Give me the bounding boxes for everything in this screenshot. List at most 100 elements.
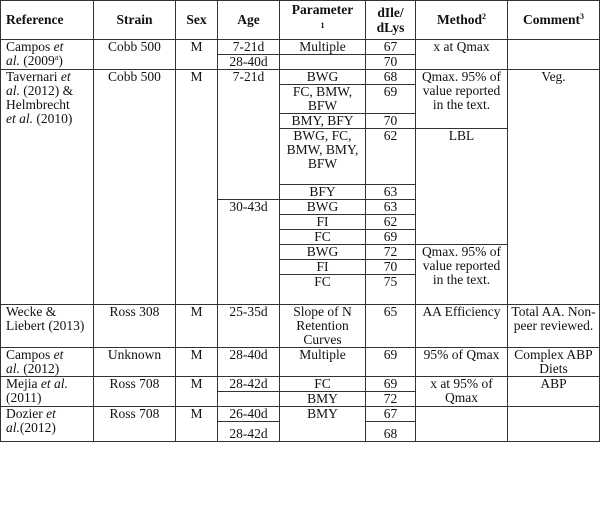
ratio-cell: 70 <box>365 54 416 70</box>
reference-cell: Wecke & Liebert (2013) <box>0 304 94 348</box>
ref-etal: al. <box>6 420 20 435</box>
strain-cell: Unknown <box>93 347 176 377</box>
strain-cell: Cobb 500 <box>93 69 176 305</box>
ratio-cell: 75 <box>365 274 416 305</box>
reference-cell: Dozier et al.(2012) <box>0 406 94 442</box>
ref-year: (2009 <box>19 53 55 68</box>
age-cell <box>217 391 280 407</box>
parameter-cell: FC <box>279 274 366 305</box>
parameter-cell <box>279 54 366 70</box>
parameter-cell: BMY <box>279 406 366 442</box>
header-dile-line1: dIle/ <box>377 5 404 20</box>
ref-author: Dozier <box>6 406 47 421</box>
sex-cell: M <box>175 69 218 305</box>
ratio-cell: 72 <box>365 391 416 407</box>
comment-cell <box>507 406 600 442</box>
ref-author: Mejia <box>6 376 41 391</box>
ratio-cell: 63 <box>365 199 416 215</box>
parameter-cell: Multiple <box>279 39 366 55</box>
header-age: Age <box>217 0 280 40</box>
ratio-cell: 69 <box>365 229 416 245</box>
strain-cell: Ross 708 <box>93 376 176 407</box>
header-comment-label: Comment <box>523 12 580 27</box>
ref-etal: et <box>60 69 71 84</box>
table-row: Mejia et al. (2011) Ross 708 M 28-42d FC… <box>0 376 600 407</box>
parameter-cell: BWG <box>279 69 366 85</box>
header-method: Method2 <box>415 0 508 40</box>
ref-etal: et al. <box>6 111 33 126</box>
parameter-cell: Multiple <box>279 347 366 377</box>
comment-cell: Complex ABP Diets <box>507 347 600 377</box>
header-row: Reference Strain Sex Age Parameter 1 dIl… <box>0 0 600 40</box>
header-parameter: Parameter 1 <box>279 0 366 40</box>
method-cell: Qmax. 95% of value reported in the text. <box>415 244 508 305</box>
method-cell: x at 95% of Qmax <box>415 376 508 407</box>
age-cell: 28-42d <box>217 376 280 392</box>
ref-year: (2012) <box>19 420 56 435</box>
method-cell <box>415 406 508 442</box>
header-comment: Comment3 <box>507 0 600 40</box>
ratio-cell: 62 <box>365 128 416 185</box>
ref-year-close: ) <box>58 53 63 68</box>
ref-etal: et <box>53 39 64 54</box>
table-row: Dozier et al.(2012) Ross 708 M 26-40d BM… <box>0 406 600 442</box>
parameter-cell: Slope of N Retention Curves <box>279 304 366 348</box>
header-comment-footnote: 3 <box>580 12 584 21</box>
ratio-cell: 69 <box>365 376 416 392</box>
ref-year: (2010) <box>33 111 73 126</box>
age-cell: 28-40d <box>217 54 280 70</box>
header-method-footnote: 2 <box>482 12 486 21</box>
header-dile-dlys: dIle/ dLys <box>365 0 416 40</box>
header-strain: Strain <box>93 0 176 40</box>
ratio-cell: 69 <box>365 84 416 114</box>
parameter-cell: FC, BMW, BFW <box>279 84 366 114</box>
table-row: Wecke & Liebert (2013) Ross 308 M 25-35d… <box>0 304 600 348</box>
ratio-cell: 65 <box>365 304 416 348</box>
sex-cell: M <box>175 304 218 348</box>
parameter-cell: BFY <box>279 184 366 200</box>
ratio-cell: 68 <box>365 421 416 442</box>
reference-cell: Mejia et al. (2011) <box>0 376 94 407</box>
reference-cell: Campos et al. (2009a) <box>0 39 94 70</box>
ref-year: (2012) & <box>19 83 74 98</box>
comment-cell: Total AA. Non-peer reviewed. <box>507 304 600 348</box>
ref-year: (2011) <box>6 390 42 405</box>
ratio-cell: 69 <box>365 347 416 377</box>
ref-year: (2012) <box>19 361 60 376</box>
parameter-cell: BMY, BFY <box>279 113 366 129</box>
ref-author: Helmbrecht <box>6 97 70 112</box>
sex-cell: M <box>175 347 218 377</box>
age-cell: 28-42d <box>217 421 280 442</box>
parameter-cell: FI <box>279 259 366 275</box>
ref-author: Campos <box>6 347 54 362</box>
ref-etal: et <box>53 347 64 362</box>
table-row: Campos et al. (2009a) Cobb 500 M 7-21d M… <box>0 39 600 70</box>
parameter-cell: FC <box>279 376 366 392</box>
header-sex: Sex <box>175 0 218 40</box>
age-cell: 7-21d <box>217 69 280 200</box>
header-parameter-label: Parameter <box>291 2 354 17</box>
method-cell: Qmax. 95% of value reported in the text. <box>415 69 508 129</box>
strain-cell: Ross 708 <box>93 406 176 442</box>
method-cell: x at Qmax <box>415 39 508 70</box>
header-parameter-footnote: 1 <box>320 21 325 30</box>
age-cell: 7-21d <box>217 39 280 55</box>
ratio-cell: 72 <box>365 244 416 260</box>
header-dile-line2: dLys <box>376 20 405 35</box>
method-cell: AA Efficiency <box>415 304 508 348</box>
age-cell: 30-43d <box>217 199 280 305</box>
table-row: Campos et al. (2012) Unknown M 28-40d Mu… <box>0 347 600 377</box>
ratio-cell: 67 <box>365 39 416 55</box>
parameter-cell: BMY <box>279 391 366 407</box>
ref-etal: et <box>46 406 56 421</box>
method-cell: LBL <box>415 128 508 245</box>
lysine-ratio-table: Reference Strain Sex Age Parameter 1 dIl… <box>0 0 600 442</box>
sex-cell: M <box>175 376 218 407</box>
parameter-cell: BWG <box>279 244 366 260</box>
header-method-label: Method <box>437 12 482 27</box>
ratio-cell: 68 <box>365 69 416 85</box>
parameter-cell: FI <box>279 214 366 230</box>
sex-cell: M <box>175 406 218 442</box>
comment-cell: Veg. <box>507 69 600 305</box>
header-reference: Reference <box>0 0 94 40</box>
